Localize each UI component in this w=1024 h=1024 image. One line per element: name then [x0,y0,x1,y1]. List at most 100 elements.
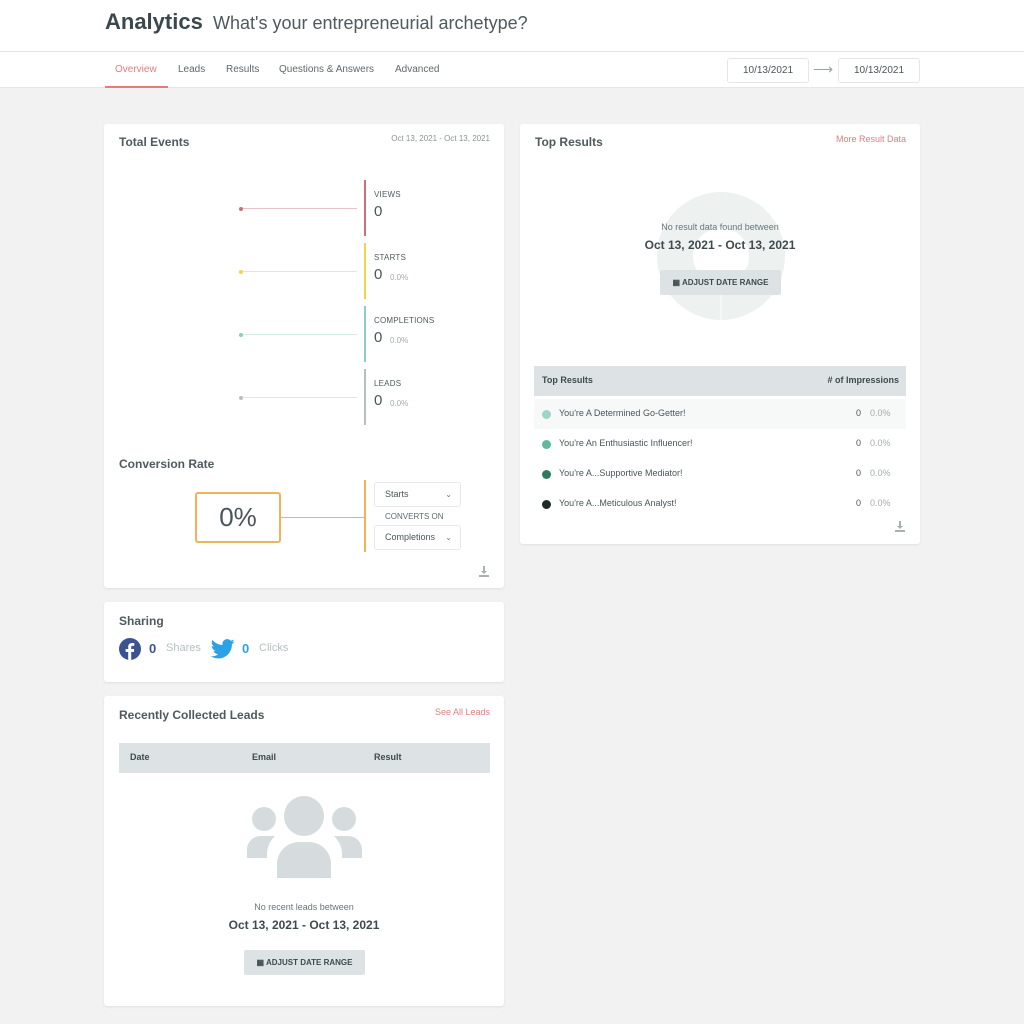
starts-label: STARTS [374,253,407,262]
facebook-shares-label: Shares [166,642,201,654]
active-tab-indicator [105,86,168,88]
calendar-icon: ▦ [672,278,682,287]
arrow-right-icon: ⟶ [813,61,834,77]
total-events-card: Total Events Oct 13, 2021 - Oct 13, 2021… [104,124,504,588]
facebook-share-count: 0 [149,641,157,656]
twitter-icon [210,638,235,660]
event-completions: COMPLETIONS 0 0.0% [104,306,504,362]
download-icon[interactable] [478,564,490,577]
twitter-click-count: 0 [242,641,250,656]
twitter-clicks-label: Clicks [259,642,289,654]
starts-value: 0 [374,266,383,283]
no-leads-message: No recent leads between [254,902,354,912]
tab-advanced[interactable]: Advanced [395,64,439,75]
result-count: 0 [856,498,862,508]
result-name: You're A...Meticulous Analyst! [559,498,677,508]
result-color-dot [542,500,551,509]
tab-bar: Overview Leads Results Questions & Answe… [0,52,1024,88]
no-leads-date-range: Oct 13, 2021 - Oct 13, 2021 [228,918,380,932]
adjust-date-range-button[interactable]: ▦ ADJUST DATE RANGE [660,270,781,295]
event-leads: LEADS 0 0.0% [104,369,504,425]
conversion-to-select[interactable]: Completions ⌄ [374,525,461,550]
result-name: You're An Enthusiastic Influencer! [559,438,693,448]
leads-label: LEADS [374,379,402,388]
event-starts: STARTS 0 0.0% [104,243,504,299]
starts-bar [364,243,366,299]
conversion-to-value: Completions [385,532,436,542]
date-to-input[interactable]: 10/13/2021 [838,58,920,83]
recent-leads-card: Recently Collected Leads See All Leads D… [104,696,504,1006]
top-results-title: Top Results [535,135,603,149]
total-events-title: Total Events [119,135,190,149]
result-percent: 0.0% [870,498,891,508]
converts-on-label: CONVERTS ON [385,512,444,521]
column-email[interactable]: Email [252,752,276,762]
column-result[interactable]: Result [374,752,402,762]
starts-percent: 0.0% [390,273,409,282]
result-count: 0 [856,408,862,418]
date-range-label: Oct 13, 2021 - Oct 13, 2021 [391,134,490,143]
conversion-from-value: Starts [385,489,409,499]
result-percent: 0.0% [870,408,891,418]
result-row[interactable]: You're A...Supportive Mediator! 0 0.0% [534,459,906,489]
result-row[interactable]: You're A...Meticulous Analyst! 0 0.0% [534,489,906,519]
adjust-date-range-label: ADJUST DATE RANGE [681,278,769,287]
result-color-dot [542,440,551,449]
chevron-down-icon: ⌄ [445,490,452,499]
event-views: VIEWS 0 [104,180,504,236]
result-row[interactable]: You're A Determined Go-Getter! 0 0.0% [534,399,906,429]
views-bar [364,180,366,236]
calendar-icon: ▦ [256,958,266,967]
sharing-card: Sharing 0 Shares 0 Clicks [104,602,504,682]
column-top-results[interactable]: Top Results [542,375,593,385]
tab-results[interactable]: Results [226,64,259,75]
conversion-rate-title: Conversion Rate [119,457,215,471]
more-result-data-link[interactable]: More Result Data [836,134,906,144]
leads-percent: 0.0% [390,399,409,408]
quiz-title: What's your entrepreneurial archetype? [213,13,528,33]
column-impressions[interactable]: # of Impressions [827,375,899,385]
tab-leads[interactable]: Leads [178,64,205,75]
result-percent: 0.0% [870,468,891,478]
date-from-input[interactable]: 10/13/2021 [727,58,809,83]
completions-label: COMPLETIONS [374,316,435,325]
leads-table-header: Date Email Result [119,743,490,773]
no-results-date-range: Oct 13, 2021 - Oct 13, 2021 [644,238,796,252]
completions-bar [364,306,366,362]
tab-overview[interactable]: Overview [115,64,157,75]
result-color-dot [542,470,551,479]
adjust-date-range-button[interactable]: ▦ ADJUST DATE RANGE [244,950,365,975]
views-value: 0 [374,203,383,220]
views-line [243,208,357,209]
sharing-title: Sharing [119,614,164,628]
results-table-header: Top Results # of Impressions [534,366,906,396]
chevron-down-icon: ⌄ [445,533,452,542]
recent-leads-title: Recently Collected Leads [119,708,265,722]
result-name: You're A Determined Go-Getter! [559,408,686,418]
conversion-rate-value: 0% [195,492,281,543]
result-color-dot [542,410,551,419]
views-label: VIEWS [374,190,401,199]
result-count: 0 [856,438,862,448]
no-results-message: No result data found between [661,222,779,232]
column-date[interactable]: Date [130,752,150,762]
completions-line [243,334,357,335]
users-group-icon [247,796,362,878]
see-all-leads-link[interactable]: See All Leads [435,707,490,717]
page-header: Analytics What's your entrepreneurial ar… [0,0,1024,52]
page-title: Analytics [105,9,203,34]
leads-value: 0 [374,392,383,409]
starts-line [243,271,357,272]
result-percent: 0.0% [870,438,891,448]
tab-questions-answers[interactable]: Questions & Answers [279,64,374,75]
empty-donut-chart [656,192,786,320]
conversion-bar [364,480,366,552]
result-name: You're A...Supportive Mediator! [559,468,683,478]
conversion-from-select[interactable]: Starts ⌄ [374,482,461,507]
leads-bar [364,369,366,425]
completions-value: 0 [374,329,383,346]
top-results-card: Top Results More Result Data No result d… [520,124,920,544]
result-count: 0 [856,468,862,478]
result-row[interactable]: You're An Enthusiastic Influencer! 0 0.0… [534,429,906,459]
download-icon[interactable] [894,519,906,532]
